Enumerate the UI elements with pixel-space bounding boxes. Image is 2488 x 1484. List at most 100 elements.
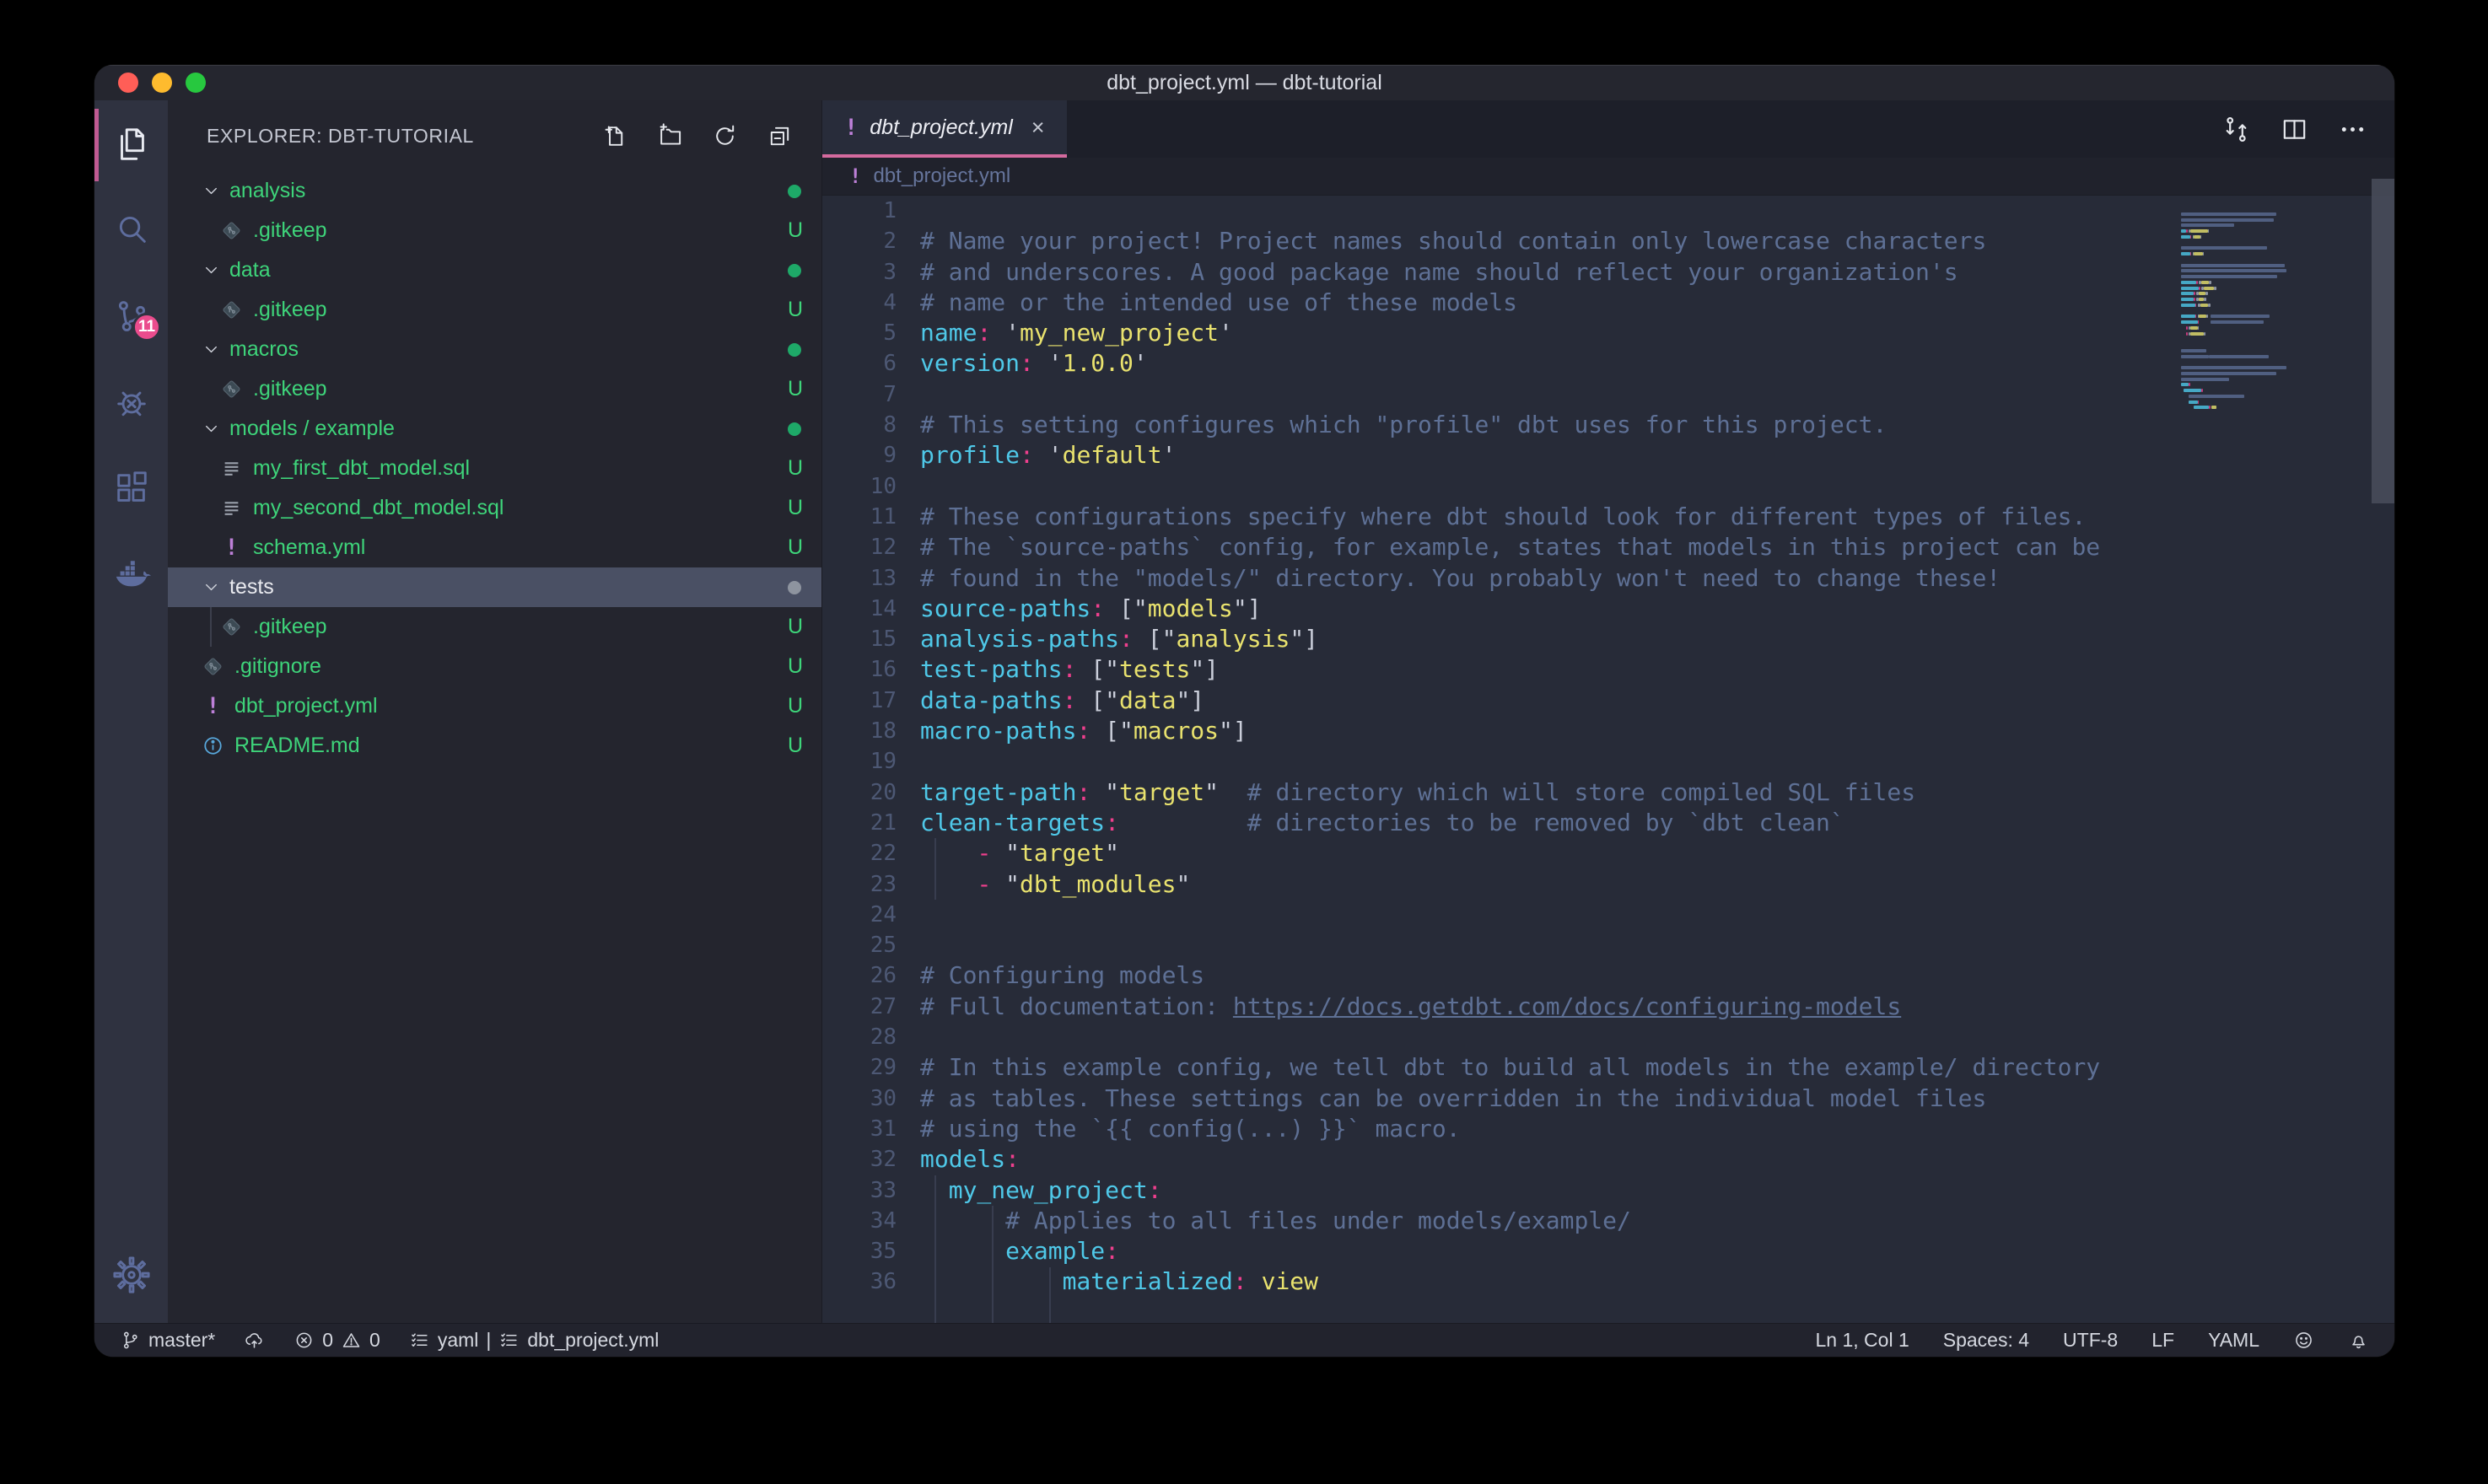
status-problems[interactable]: 00 (293, 1329, 380, 1352)
minimap-line (2181, 349, 2206, 352)
status-notifications[interactable] (2348, 1330, 2369, 1351)
tree-item-label: tests (229, 575, 274, 600)
code-line-9: 9profile: 'default' (822, 440, 2394, 470)
code-line-20: 20target-path: "target" # directory whic… (822, 777, 2394, 808)
open-changes-icon[interactable] (2221, 115, 2251, 144)
bell-icon (2348, 1330, 2369, 1351)
status-text: yaml (438, 1329, 479, 1352)
status-linter-status[interactable]: yaml|dbt_project.yml (409, 1329, 660, 1352)
activity-item-source-control[interactable]: 11 (94, 279, 168, 353)
status-indentation[interactable]: Spaces: 4 (1943, 1329, 2029, 1352)
close-window-button[interactable] (118, 73, 138, 93)
line-number: 8 (822, 410, 897, 440)
close-tab-icon[interactable]: × (1025, 115, 1045, 141)
tree-item-tests[interactable]: tests (168, 567, 821, 607)
minimap-line (2181, 366, 2286, 369)
line-number: 3 (822, 257, 897, 288)
chevron-down-icon (202, 578, 221, 597)
zoom-window-button[interactable] (186, 73, 206, 93)
minimap-line (2181, 395, 2244, 398)
tree-item-models-example[interactable]: models / example (168, 409, 821, 449)
line-number: 1 (822, 196, 897, 226)
editor-group: ! dbt_project.yml × ! dbt_project.yml 12… (822, 100, 2394, 1323)
tree-item-label: analysis (229, 179, 305, 203)
code-line-5: 5name: 'my_new_project' (822, 318, 2394, 348)
line-number: 16 (822, 654, 897, 685)
smiley-icon (2293, 1330, 2314, 1351)
tree-item-my-first-dbt-model-sql[interactable]: my_first_dbt_model.sqlU (168, 449, 821, 488)
git-modified-dot-badge (788, 264, 801, 277)
info-icon (202, 734, 224, 757)
line-number: 28 (822, 1022, 897, 1052)
collapse-all-icon[interactable] (767, 123, 793, 149)
status-encoding[interactable]: UTF-8 (2063, 1329, 2118, 1352)
new-folder-icon[interactable] (657, 123, 683, 149)
split-editor-icon[interactable] (2280, 115, 2309, 144)
explorer-actions (602, 123, 793, 149)
minimap-line (2181, 292, 2208, 295)
editor-scrollbar[interactable] (2372, 179, 2394, 503)
tree-item--gitignore[interactable]: .gitignoreU (168, 647, 821, 686)
tree-item--gitkeep[interactable]: .gitkeepU (168, 369, 821, 409)
code-line-15: 15analysis-paths: ["analysis"] (822, 624, 2394, 654)
code-line-2: 2# Name your project! Project names shou… (822, 226, 2394, 256)
code-line-35: 35 example: (822, 1236, 2394, 1266)
code-line-14: 14source-paths: ["models"] (822, 594, 2394, 624)
minimap-line (2181, 246, 2267, 250)
code-line-16: 16test-paths: ["tests"] (822, 654, 2394, 685)
breadcrumb-item-file[interactable]: dbt_project.yml (873, 164, 1010, 188)
checklist-icon (409, 1330, 430, 1351)
breadcrumb: ! dbt_project.yml (822, 158, 2394, 196)
code-line-25: 25 (822, 930, 2394, 960)
status-eol[interactable]: LF (2151, 1329, 2174, 1352)
status-git-branch[interactable]: master* (120, 1329, 215, 1352)
status-cursor-position[interactable]: Ln 1, Col 1 (1816, 1329, 1909, 1352)
status-sync[interactable] (244, 1330, 265, 1351)
minimap-line (2181, 406, 2216, 409)
line-number: 20 (822, 777, 897, 808)
tree-item-my-second-dbt-model-sql[interactable]: my_second_dbt_model.sqlU (168, 488, 821, 528)
gear-icon (112, 1255, 151, 1294)
files-icon (112, 125, 151, 164)
chevron-down-icon (202, 419, 221, 438)
activity-item-docker[interactable] (94, 537, 168, 611)
tab-dbt-project-yml[interactable]: ! dbt_project.yml × (822, 100, 1067, 158)
indent-guide (934, 838, 936, 900)
git-untracked-badge: U (788, 615, 803, 639)
activity-item-extensions[interactable] (94, 451, 168, 525)
tree-item-analysis[interactable]: analysis (168, 171, 821, 211)
new-file-icon[interactable] (602, 123, 628, 149)
minimap-line (2181, 355, 2269, 358)
status-text: | (486, 1329, 491, 1352)
line-number: 13 (822, 563, 897, 594)
git-untracked-badge: U (788, 496, 803, 520)
activity-item-settings[interactable] (94, 1238, 168, 1312)
activity-item-search[interactable] (94, 193, 168, 267)
minimize-window-button[interactable] (152, 73, 172, 93)
tree-item--gitkeep[interactable]: .gitkeepU (168, 211, 821, 250)
tree-item-data[interactable]: data (168, 250, 821, 290)
code-line-11: 11# These configurations specify where d… (822, 502, 2394, 532)
activity-item-explorer[interactable] (94, 107, 168, 181)
git-modified-dot-badge (788, 343, 801, 357)
status-language-mode[interactable]: YAML (2208, 1329, 2259, 1352)
tree-item-macros[interactable]: macros (168, 330, 821, 369)
line-number: 21 (822, 808, 897, 838)
tree-item--gitkeep[interactable]: .gitkeepU (168, 607, 821, 647)
minimap-line (2181, 326, 2199, 330)
code-line-34: 34 # Applies to all files under models/e… (822, 1206, 2394, 1236)
more-actions-icon[interactable] (2338, 115, 2367, 144)
sql-icon (220, 497, 243, 519)
code-editor[interactable]: 12# Name your project! Project names sho… (822, 196, 2394, 1323)
code-line-21: 21clean-targets: # directories to be rem… (822, 808, 2394, 838)
git-icon (220, 378, 243, 401)
tree-item-schema-yml[interactable]: !schema.ymlU (168, 528, 821, 567)
status-feedback[interactable] (2293, 1330, 2314, 1351)
refresh-icon[interactable] (712, 123, 738, 149)
code-line-19: 19 (822, 746, 2394, 777)
tree-item-dbt-project-yml[interactable]: !dbt_project.ymlU (168, 686, 821, 726)
tree-item--gitkeep[interactable]: .gitkeepU (168, 290, 821, 330)
tree-item-readme-md[interactable]: README.mdU (168, 726, 821, 766)
status-text: LF (2151, 1329, 2174, 1352)
activity-item-debug[interactable] (94, 365, 168, 439)
